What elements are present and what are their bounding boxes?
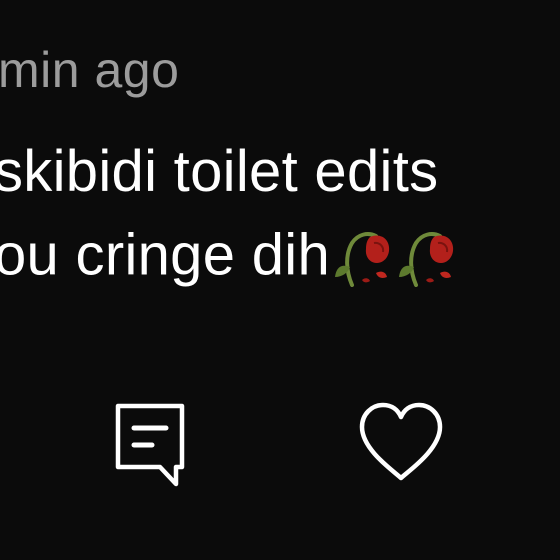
comment-text-line-1: skibidi toilet edits <box>0 139 439 204</box>
heart-outline-icon <box>359 402 443 481</box>
like-button[interactable] <box>355 398 447 490</box>
comment-timestamp: min ago <box>0 42 180 98</box>
wilted-flower-emoji-icon <box>396 225 458 287</box>
comment-text-line-2: ou cringe dih <box>0 216 458 292</box>
comment-reply-icon <box>115 403 185 487</box>
wilted-flower-emoji-icon <box>332 225 394 287</box>
comment-text-line-2-text: ou cringe dih <box>0 222 331 288</box>
comment-card: min ago skibidi toilet edits ou cringe d… <box>0 0 560 560</box>
reply-button[interactable] <box>112 400 188 490</box>
